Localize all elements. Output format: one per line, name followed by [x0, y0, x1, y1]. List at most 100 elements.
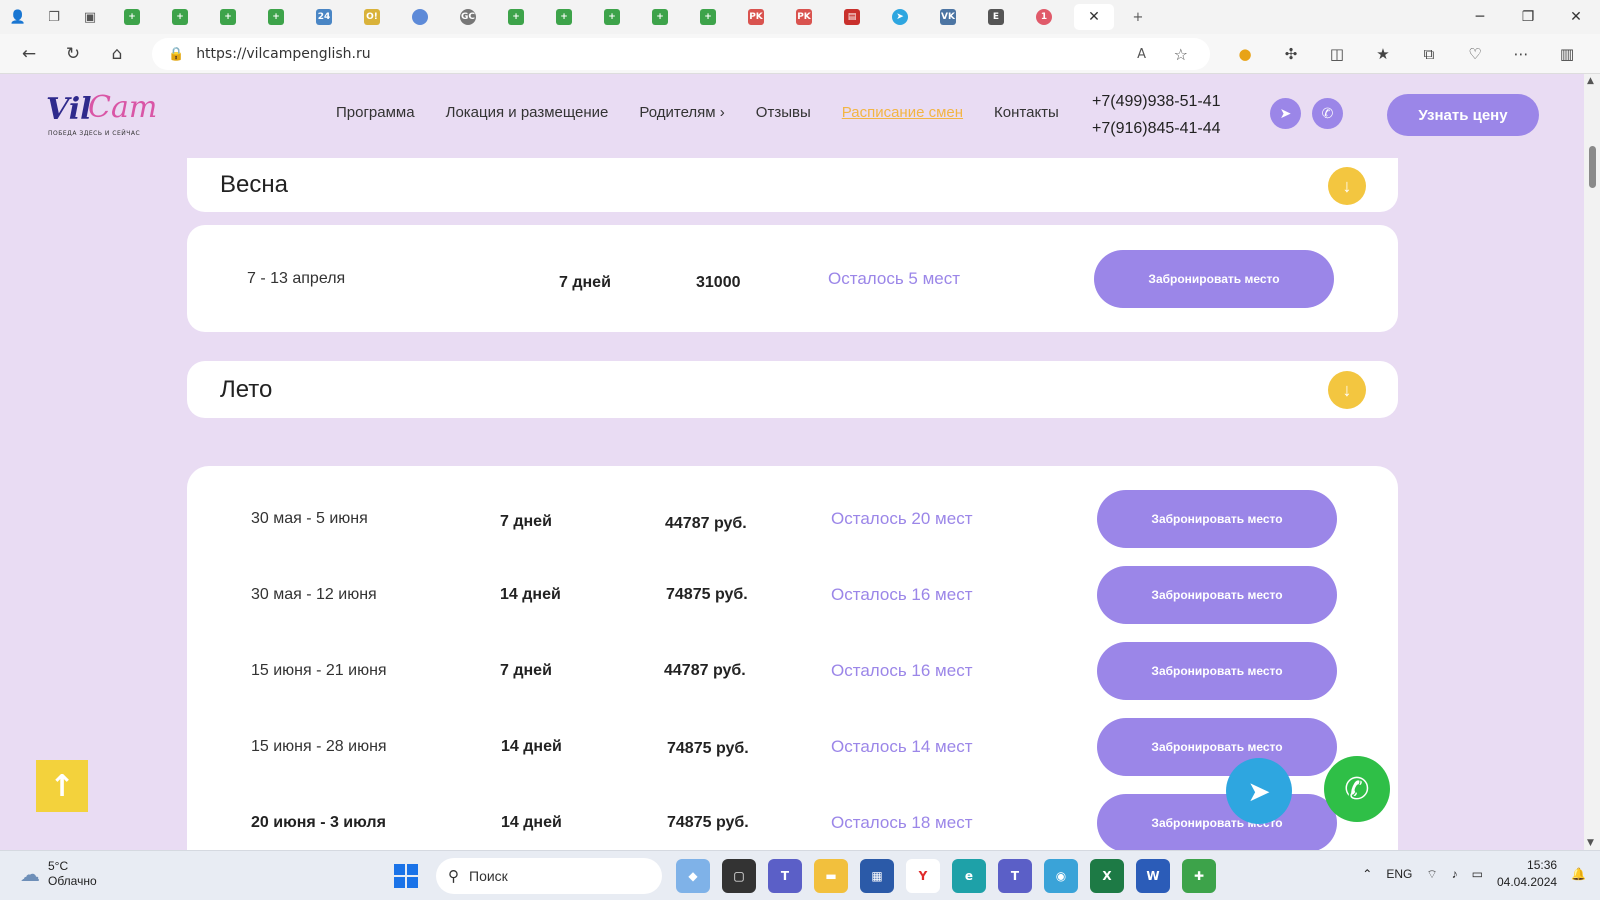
- tab[interactable]: O!: [354, 4, 390, 30]
- more-icon[interactable]: ⋯: [1498, 40, 1544, 68]
- tab[interactable]: +: [642, 4, 678, 30]
- nav-program[interactable]: Программа: [336, 104, 415, 121]
- chevron-up-icon[interactable]: ⌃: [1362, 867, 1372, 881]
- globe-icon[interactable]: ◉: [1044, 859, 1078, 893]
- arrow-up-icon: ↑: [49, 768, 75, 804]
- row-price: 44787 руб.: [664, 662, 746, 679]
- excel-icon[interactable]: X: [1090, 859, 1124, 893]
- teams-icon[interactable]: T: [768, 859, 802, 893]
- tab-active[interactable]: ✕: [1074, 4, 1114, 30]
- file-explorer-icon[interactable]: ▬: [814, 859, 848, 893]
- clock[interactable]: 15:36 04.04.2024: [1497, 857, 1557, 891]
- tab[interactable]: +: [258, 4, 294, 30]
- row-days: 7 дней: [500, 513, 552, 530]
- scrollbar-thumb[interactable]: [1589, 146, 1596, 188]
- nav-reviews[interactable]: Отзывы: [756, 104, 811, 121]
- battery-icon[interactable]: ▭: [1472, 867, 1483, 881]
- expand-arrow-icon[interactable]: ↓: [1328, 371, 1366, 409]
- tab[interactable]: +: [594, 4, 630, 30]
- close-tab-icon[interactable]: ✕: [1088, 9, 1100, 25]
- scroll-to-top-button[interactable]: ↑: [36, 760, 88, 812]
- word-icon[interactable]: W: [1136, 859, 1170, 893]
- performance-icon[interactable]: ♡: [1452, 40, 1498, 68]
- tab[interactable]: PK: [738, 4, 774, 30]
- nav-parents[interactable]: Родителям ›: [639, 104, 724, 121]
- nav-schedule[interactable]: Расписание смен: [842, 104, 963, 121]
- teams-work-icon[interactable]: T: [998, 859, 1032, 893]
- book-button[interactable]: Забронировать место: [1094, 250, 1334, 308]
- tab[interactable]: ▤: [834, 4, 870, 30]
- floating-telegram-button[interactable]: ➤: [1226, 758, 1292, 824]
- refresh-icon[interactable]: ↻: [58, 39, 88, 69]
- notifications-icon[interactable]: 🔔: [1571, 867, 1586, 881]
- expand-arrow-icon[interactable]: ↓: [1328, 167, 1366, 205]
- get-price-button[interactable]: Узнать цену: [1387, 94, 1539, 136]
- logo-tagline: ПОБЕДА ЗДЕСЬ И СЕЙЧАС: [48, 130, 141, 137]
- season-spring-header[interactable]: Весна ↓: [187, 158, 1398, 212]
- task-view-icon[interactable]: ▢: [722, 859, 756, 893]
- back-icon[interactable]: ←: [14, 39, 44, 69]
- language-indicator[interactable]: ENG: [1386, 867, 1412, 881]
- scroll-up-arrow-icon[interactable]: ▲: [1587, 76, 1594, 86]
- tab[interactable]: [402, 4, 438, 30]
- book-button[interactable]: Забронировать место: [1097, 794, 1337, 852]
- extension-icon[interactable]: ●: [1222, 40, 1268, 68]
- floating-whatsapp-button[interactable]: ✆: [1324, 756, 1390, 822]
- scroll-down-arrow-icon[interactable]: ▼: [1587, 838, 1594, 848]
- tab[interactable]: GC: [450, 4, 486, 30]
- book-button[interactable]: Забронировать место: [1097, 490, 1337, 548]
- book-button[interactable]: Забронировать место: [1097, 566, 1337, 624]
- tab[interactable]: +: [546, 4, 582, 30]
- nav-location[interactable]: Локация и размещение: [446, 104, 609, 121]
- sheets-icon[interactable]: ✚: [1182, 859, 1216, 893]
- tab[interactable]: +: [498, 4, 534, 30]
- tab[interactable]: 1: [1026, 4, 1062, 30]
- tab[interactable]: PK: [786, 4, 822, 30]
- tab-actions-icon[interactable]: ▣: [79, 6, 101, 28]
- sidebar-icon[interactable]: ▥: [1544, 40, 1590, 68]
- close-window-icon[interactable]: ✕: [1552, 0, 1600, 34]
- volume-icon[interactable]: ♪: [1452, 867, 1458, 881]
- start-button[interactable]: [394, 864, 418, 888]
- tab[interactable]: +: [210, 4, 246, 30]
- favorites-icon[interactable]: ★: [1360, 40, 1406, 68]
- tab[interactable]: VK: [930, 4, 966, 30]
- read-aloud-icon[interactable]: A: [1137, 47, 1146, 62]
- split-screen-icon[interactable]: ◫: [1314, 40, 1360, 68]
- restore-icon[interactable]: ❐: [1504, 0, 1552, 34]
- lock-icon[interactable]: 🔒: [168, 47, 184, 62]
- collections-icon[interactable]: ❐: [43, 6, 65, 28]
- telegram-icon[interactable]: ➤: [1270, 98, 1301, 129]
- tab[interactable]: +: [162, 4, 198, 30]
- page-scrollbar[interactable]: ▲ ▼: [1584, 74, 1600, 850]
- tab[interactable]: +: [690, 4, 726, 30]
- collections-toolbar-icon[interactable]: ⧉: [1406, 40, 1452, 68]
- tab[interactable]: 24: [306, 4, 342, 30]
- copilot-icon[interactable]: ◆: [676, 859, 710, 893]
- extensions-icon[interactable]: ✣: [1268, 40, 1314, 68]
- phone-1[interactable]: +7(499)938-51-41: [1092, 88, 1221, 115]
- tab[interactable]: E: [978, 4, 1014, 30]
- wifi-icon[interactable]: ⌔: [1426, 867, 1437, 882]
- yandex-browser-icon[interactable]: Y: [906, 859, 940, 893]
- tab[interactable]: +: [114, 4, 150, 30]
- home-icon[interactable]: ⌂: [102, 39, 132, 69]
- whatsapp-icon[interactable]: ✆: [1312, 98, 1343, 129]
- profile-icon[interactable]: 👤: [7, 6, 29, 28]
- minimize-icon[interactable]: ─: [1456, 0, 1504, 34]
- phone-2[interactable]: +7(916)845-41-44: [1092, 115, 1221, 142]
- edge-icon[interactable]: e: [952, 859, 986, 893]
- store-icon[interactable]: ▦: [860, 859, 894, 893]
- book-button[interactable]: Забронировать место: [1097, 642, 1337, 700]
- tab[interactable]: ➤: [882, 4, 918, 30]
- site-logo[interactable]: Vil Cam ПОБЕДА ЗДЕСЬ И СЕЙЧАС: [44, 86, 157, 146]
- weather-widget[interactable]: ☁ 5°C Облачно: [20, 859, 97, 889]
- new-tab-icon[interactable]: +: [1127, 6, 1149, 28]
- url-field[interactable]: 🔒 https://vilcampenglish.ru A ☆: [152, 38, 1210, 70]
- season-summer-header[interactable]: Лето ↓: [187, 361, 1398, 418]
- book-button[interactable]: Забронировать место: [1097, 718, 1337, 776]
- taskbar-search[interactable]: ⚲ Поиск: [436, 858, 662, 894]
- phone-icon: ✆: [1344, 771, 1370, 807]
- nav-contacts[interactable]: Контакты: [994, 104, 1059, 121]
- favorite-star-icon[interactable]: ☆: [1174, 45, 1188, 64]
